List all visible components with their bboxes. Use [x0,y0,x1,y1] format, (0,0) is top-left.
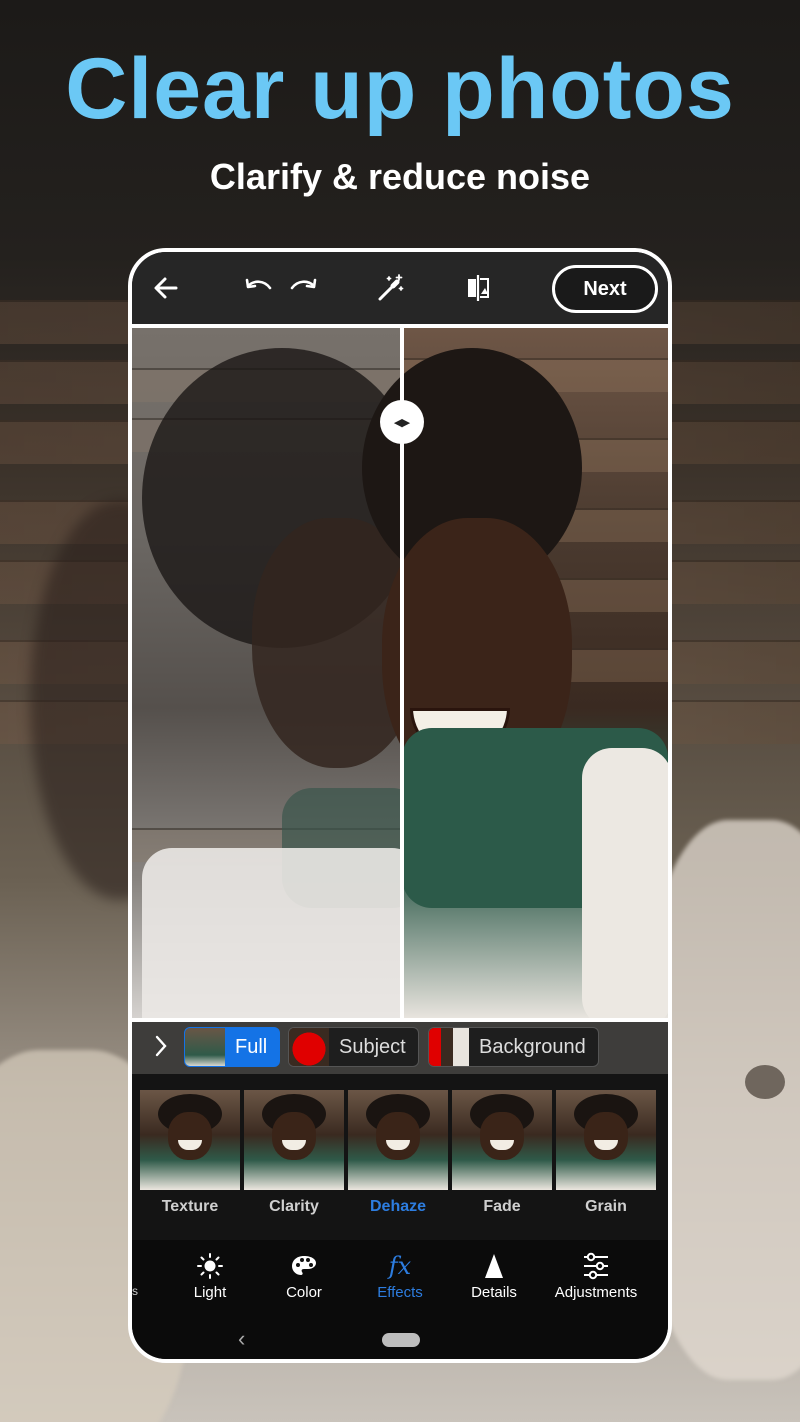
effect-thumbnail [452,1090,552,1190]
after-image [362,328,668,1018]
tab-label: Color [286,1284,322,1301]
compare-handle-icon[interactable]: ◂▸ [380,400,424,444]
promo-subhead: Clarify & reduce noise [209,156,591,197]
effect-thumbnail [244,1090,344,1190]
mask-chip-label: Background [479,1035,586,1058]
magic-wand-icon[interactable] [372,270,408,306]
fx-icon: fx [388,1252,412,1280]
mask-chip-full[interactable]: Full [184,1027,281,1067]
redo-icon[interactable] [286,270,320,306]
sliders-icon [536,1252,656,1280]
sun-icon [160,1252,260,1280]
effect-clarity[interactable]: Clarity [244,1090,344,1230]
effect-label: Clarity [269,1198,319,1215]
tab-label: Adjustments [554,1284,638,1301]
undo-icon[interactable] [242,270,276,306]
effect-grain[interactable]: Grain [556,1090,656,1230]
arrow-left-icon[interactable] [148,270,184,306]
next-button[interactable]: Next [552,265,658,313]
effect-thumbnail [556,1090,656,1190]
mask-chip-label: Full [235,1035,268,1058]
tab-effects[interactable]: fx Effects [350,1252,450,1301]
effect-thumbnail [140,1090,240,1190]
mask-chip-label: Subject [339,1035,406,1058]
tab-light[interactable]: Light [160,1252,260,1301]
effects-strip: Texture Clarity Dehaze Fade Grain [132,1074,668,1240]
system-back-icon[interactable]: ‹ [238,1326,245,1352]
system-nav-bar: ‹ [132,1320,668,1359]
jacket-button [745,1065,785,1099]
tab-color[interactable]: Color [254,1252,354,1301]
effect-label: Dehaze [369,1198,427,1215]
effect-label: Texture [161,1198,219,1215]
triangle-icon [444,1252,544,1280]
promo-headline: Clear up photos [65,41,735,137]
palette-icon [254,1252,354,1280]
tab-label: Effects [377,1284,423,1301]
tab-adjustments[interactable]: Adjustments [536,1252,656,1301]
tab-details[interactable]: Details [444,1252,544,1301]
bottom-tabbar: s Light Color fx Effects Details Adjustm… [132,1240,668,1320]
phone-frame: Next ◂▸ Full Subject Background Texture … [128,248,672,1363]
effect-texture[interactable]: Texture [140,1090,240,1230]
tab-label: Light [193,1284,227,1301]
mask-selector: Full Subject Background [132,1018,668,1074]
mask-chip-background[interactable]: Background [428,1027,599,1067]
effect-dehaze[interactable]: Dehaze [348,1090,448,1230]
effect-thumbnail [348,1090,448,1190]
compare-icon[interactable] [460,270,496,306]
mask-chip-subject[interactable]: Subject [288,1027,419,1067]
effect-label: Grain [585,1198,627,1215]
editor-toolbar: Next [132,252,668,328]
tab-label: Details [471,1284,517,1301]
photo-canvas[interactable]: ◂▸ [132,328,668,1018]
effect-fade[interactable]: Fade [452,1090,552,1230]
tab-fragment-label: s [132,1284,138,1298]
before-image [132,328,422,1018]
system-home-pill[interactable] [382,1333,420,1347]
chevron-right-icon[interactable] [154,1034,168,1065]
effect-label: Fade [483,1198,521,1215]
